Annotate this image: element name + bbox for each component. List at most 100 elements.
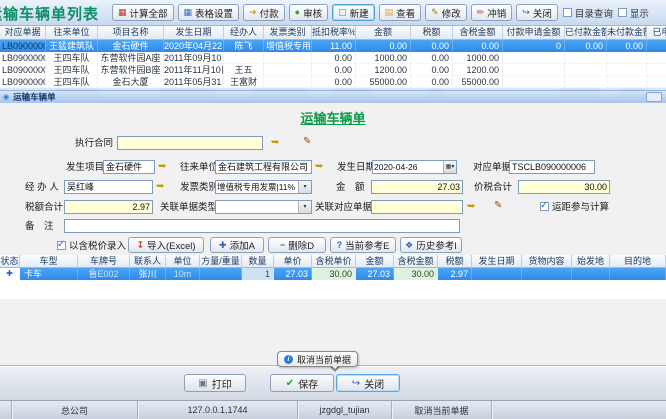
tooltip-pointer	[330, 364, 340, 374]
lookup-arrow-icon[interactable]: ➥	[158, 160, 166, 173]
detail-column-header[interactable]: 方量/重量	[200, 255, 242, 268]
column-header[interactable]: 未付款金额	[607, 26, 647, 40]
tax-total-label: 税额合计	[25, 201, 63, 214]
add-row-button[interactable]: ✚ 添加A	[210, 237, 264, 253]
detail-column-header[interactable]: 数量	[242, 255, 274, 268]
column-header[interactable]: 已申	[647, 26, 666, 40]
table-cell	[503, 52, 565, 64]
catalog-query-checkbox[interactable]: 目录查询	[563, 6, 613, 20]
current-ref-button[interactable]: ? 当前参考E	[330, 237, 396, 253]
form-panel: 运输车辆单 执行合同 ➥ ✎ 发生项目 金石硬件 ➥ 往来单位 金石建筑工程有限…	[0, 103, 666, 366]
lookup-arrow-icon[interactable]: ➥	[467, 200, 475, 213]
detail-column-header[interactable]: 车牌号	[78, 255, 130, 268]
edit-pen-icon[interactable]: ✎	[494, 199, 502, 212]
chevron-down-icon[interactable]: ▾	[298, 201, 311, 213]
history-ref-button[interactable]: ❖ 历史参考I	[400, 237, 462, 253]
agent-input[interactable]: 吴红峰	[64, 180, 153, 194]
detail-column-header[interactable]: 金额	[356, 255, 394, 268]
column-header[interactable]: 往来单位	[46, 26, 98, 40]
column-header[interactable]: 经办人	[224, 26, 264, 40]
detail-column-header[interactable]: 含税金额	[394, 255, 438, 268]
section-bar-tab[interactable]	[646, 92, 662, 102]
toolbar-button[interactable]: ● 审核	[289, 4, 328, 21]
related-doc-input[interactable]	[371, 200, 463, 214]
detail-column-header[interactable]: 联系人	[130, 255, 166, 268]
tax-total-input[interactable]: 2.97	[64, 200, 153, 214]
detail-cell: 卡车	[20, 268, 78, 280]
detail-column-header[interactable]: 状态	[0, 255, 20, 268]
related-doc-type-combo[interactable]: ▾	[215, 200, 312, 214]
column-header[interactable]: 付款申请金额	[503, 26, 565, 40]
section-bar[interactable]: ◉ 运输车辆单	[0, 90, 666, 103]
table-row[interactable]: LB090000003 王四车队 东营软件园B座 2011年11月10日 王五 …	[0, 64, 666, 76]
table-cell	[647, 64, 666, 76]
detail-column-header[interactable]: 单价	[274, 255, 312, 268]
detail-column-header[interactable]: 始发地	[572, 255, 610, 268]
docno-input[interactable]: TSCLB090000006	[509, 160, 595, 174]
table-cell: 金石硬件	[98, 40, 164, 52]
close-button[interactable]: ↪ 关闭	[336, 374, 400, 392]
table-row[interactable]: LB090000001 王四车队 金石大厦 2011年05月31日 王富财 0.…	[0, 76, 666, 88]
import-excel-button[interactable]: ↧ 导入(Excel)	[128, 237, 204, 253]
toolbar-button[interactable]: ▦ 表格设置	[178, 4, 240, 21]
toolbar-button[interactable]: ↪ 关闭	[516, 4, 558, 21]
delete-row-button[interactable]: − 删除D	[268, 237, 326, 253]
toolbar-button[interactable]: ✎ 修改	[425, 4, 467, 21]
save-button[interactable]: ✔ 保存	[270, 374, 334, 392]
checkbox-icon	[563, 8, 572, 17]
column-header[interactable]: 已付款金额	[565, 26, 607, 40]
project-label: 发生项目	[66, 161, 104, 174]
invoice-type-value: 增值税专用发票|11%	[216, 181, 298, 193]
detail-cell: 30.00	[312, 268, 356, 280]
invoice-type-combo[interactable]: 增值税专用发票|11% ▾	[215, 180, 312, 194]
counterparty-input[interactable]: 金石建筑工程有限公司	[215, 160, 312, 174]
project-input[interactable]: 金石硬件	[103, 160, 155, 174]
column-header[interactable]: 发票类别	[264, 26, 312, 40]
table-cell: 1200.00	[453, 64, 503, 76]
detail-column-header[interactable]: 发生日期	[472, 255, 522, 268]
toolbar-button-icon: ●	[295, 8, 300, 17]
date-input[interactable]: 2020-04-26 ▦▾	[372, 160, 457, 174]
toolbar-button[interactable]: ▤ 查看	[379, 4, 422, 21]
amount-input[interactable]: 27.03	[371, 180, 463, 194]
display-checkbox[interactable]: 显示	[618, 6, 649, 20]
detail-column-header[interactable]: 含税单价	[312, 255, 356, 268]
detail-row[interactable]: ✚ 卡车 鲁E002 张川 10m 1 27.03 30.00 27.03 30…	[0, 268, 666, 280]
calendar-icon[interactable]: ▦▾	[443, 161, 456, 173]
table-cell: 0.00	[312, 52, 356, 64]
freight-calc-checkbox[interactable]	[540, 202, 549, 211]
toolbar-button[interactable]: ➔ 付款	[243, 4, 285, 21]
detail-column-header[interactable]: 税额	[438, 255, 472, 268]
detail-column-header[interactable]: 货物内容	[522, 255, 572, 268]
toolbar-button[interactable]: ▦ 计算全部	[112, 4, 174, 21]
table-cell: 金石大厦	[98, 76, 164, 88]
lookup-arrow-icon[interactable]: ➥	[315, 160, 323, 173]
print-button[interactable]: ▣ 打印	[184, 374, 246, 392]
detail-column-header[interactable]: 目的地	[610, 255, 666, 268]
toolbar-button-icon: ➔	[249, 8, 257, 17]
detail-column-header[interactable]: 车型	[20, 255, 78, 268]
tax-entry-checkbox[interactable]	[57, 241, 66, 250]
table-row[interactable]: LB090000004 王猛建筑队 金石硬件 2020年04月22日 陈飞 增值…	[0, 40, 666, 52]
column-header[interactable]: 抵扣税率%	[312, 26, 356, 40]
column-header[interactable]: 发生日期	[164, 26, 224, 40]
toolbar-button-label: 修改	[442, 6, 461, 20]
detail-column-header[interactable]: 单位	[166, 255, 200, 268]
contract-input[interactable]	[117, 136, 263, 150]
column-header[interactable]: 含税金额	[453, 26, 503, 40]
lookup-arrow-icon[interactable]: ➥	[156, 180, 164, 193]
row-marker-icon: ✚	[0, 268, 20, 280]
toolbar-button[interactable]: ▢ 新建	[332, 4, 375, 21]
detail-header-row: 状态 车型 车牌号 联系人 单位 方量/重量 数量 单价 含税单价 金额 含税金…	[0, 255, 666, 268]
chevron-down-icon[interactable]: ▾	[298, 181, 311, 193]
column-header[interactable]: 税额	[411, 26, 453, 40]
toolbar-button[interactable]: ✏ 冲销	[471, 4, 513, 21]
total-with-tax-input[interactable]: 30.00	[518, 180, 610, 194]
edit-pen-icon[interactable]: ✎	[303, 135, 311, 148]
column-header[interactable]: 金额	[356, 26, 411, 40]
column-header[interactable]: 对应单据	[0, 26, 46, 40]
lookup-arrow-icon[interactable]: ➥	[271, 136, 279, 149]
column-header[interactable]: 项目名称	[98, 26, 164, 40]
remark-input[interactable]	[64, 219, 460, 233]
table-row[interactable]: LB090000002 王四车队 东营软件园A座 2011年09月10日 0.0…	[0, 52, 666, 64]
